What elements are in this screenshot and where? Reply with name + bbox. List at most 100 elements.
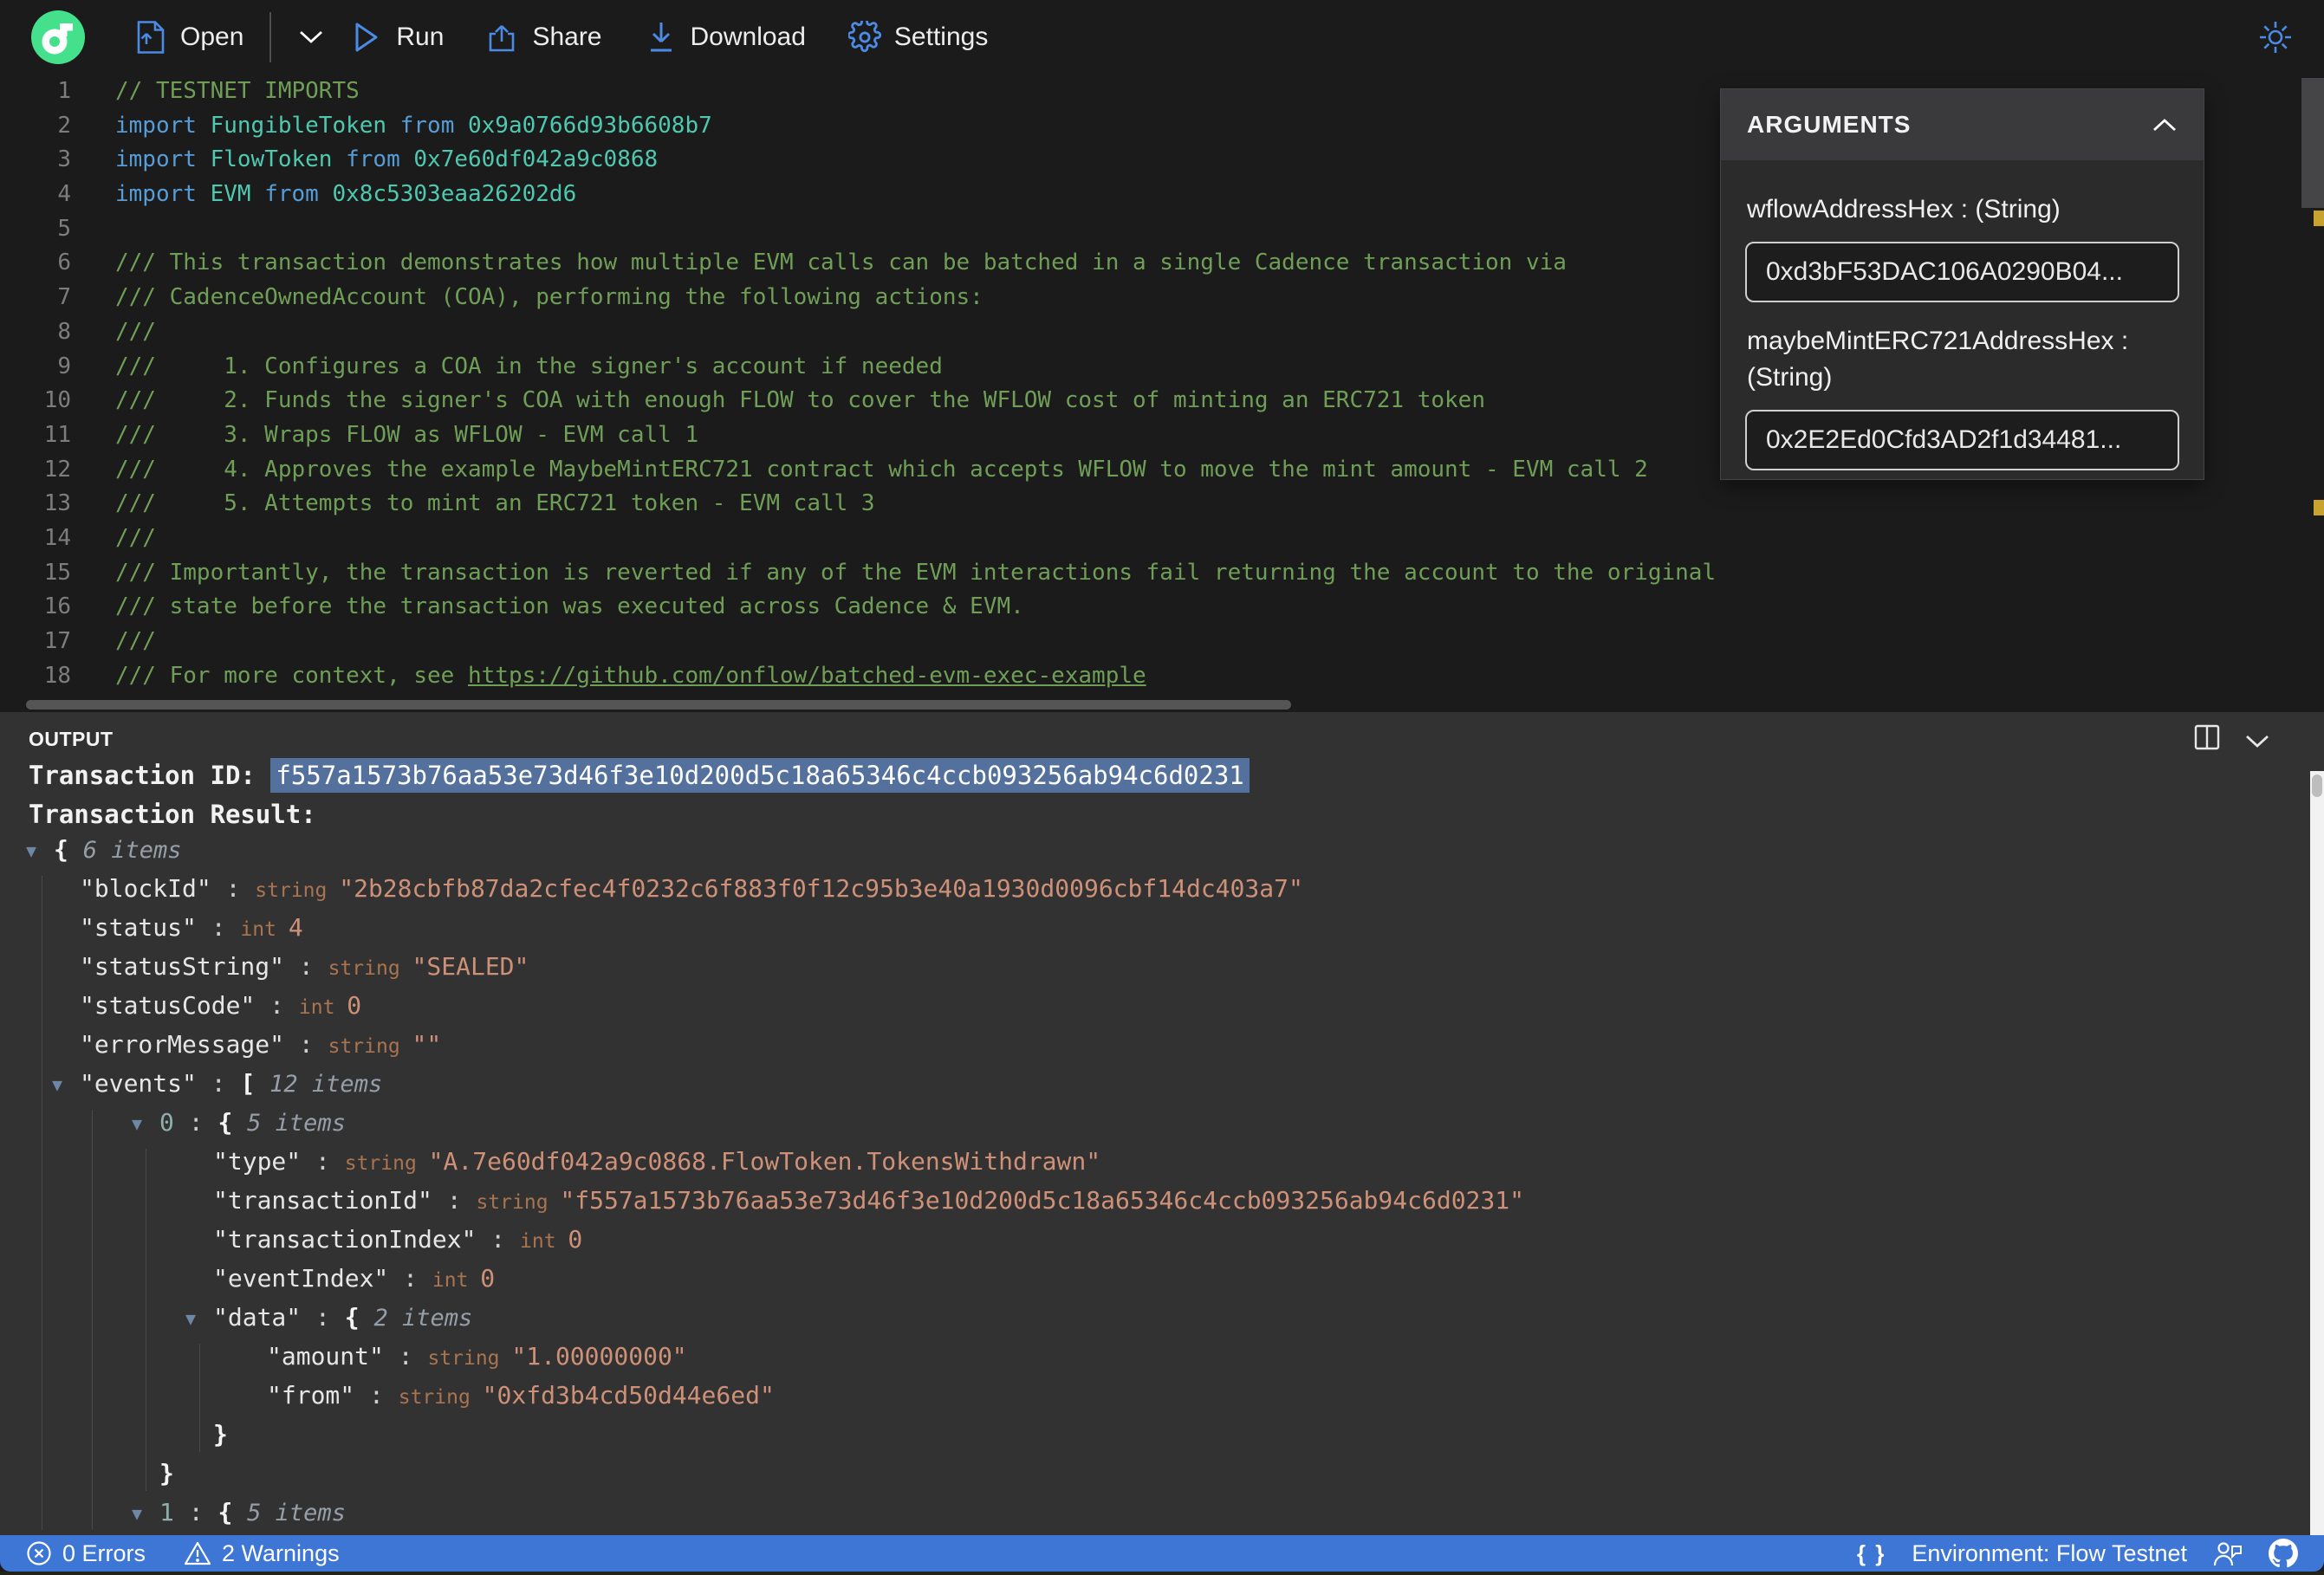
tree-row: "transactionIndex" : int 0 — [0, 1220, 2298, 1259]
tree-key: "transactionId" — [213, 1186, 432, 1215]
colon: : — [432, 1186, 477, 1215]
tree-value: "f557a1573b76aa53e73d46f3e10d200d5c18a65… — [560, 1186, 1524, 1215]
tree-collapse-arrow-icon[interactable]: ▼ — [52, 1066, 80, 1105]
line-number: 14 — [43, 524, 71, 551]
line-number: 4 — [57, 181, 71, 208]
tree-row: } — [0, 1415, 2298, 1454]
code-text: import EVM from 0x8c5303eaa26202d6 — [115, 181, 577, 208]
tree-key: "blockId" — [80, 874, 211, 903]
line-number: 17 — [43, 628, 71, 654]
tree-row: "transactionId" : string "f557a1573b76aa… — [0, 1181, 2298, 1220]
tree-row: "amount" : string "1.00000000" — [0, 1337, 2298, 1376]
download-button[interactable]: Download — [644, 20, 806, 55]
output-scrollbar[interactable] — [2310, 771, 2324, 1535]
warnings-count: 2 Warnings — [222, 1539, 340, 1566]
tree-value: "" — [412, 1030, 442, 1059]
opening-brace: { — [217, 1108, 248, 1137]
run-label: Run — [396, 23, 445, 51]
environment-label[interactable]: Environment: Flow Testnet — [1912, 1540, 2187, 1567]
tree-collapse-arrow-icon[interactable]: ▼ — [132, 1494, 159, 1533]
tree-row: ▼ 1 : { 5 items — [0, 1493, 2298, 1532]
code-text: /// Importantly, the transaction is reve… — [115, 559, 1717, 586]
split-view-icon[interactable] — [2194, 724, 2220, 750]
github-icon[interactable] — [2269, 1539, 2298, 1568]
settings-button[interactable]: Settings — [847, 20, 988, 55]
arguments-title: ARGUMENTS — [1747, 111, 1912, 138]
warning-marker-icon — [2314, 500, 2324, 515]
code-text: /// 4. Approves the example MaybeMintERC… — [115, 456, 1648, 483]
value-type: string — [427, 1347, 512, 1370]
colon: : — [301, 1147, 345, 1176]
opening-brace: { — [344, 1303, 374, 1332]
arguments-panel-header[interactable]: ARGUMENTS — [1721, 89, 2204, 160]
tree-value: "1.00000000" — [511, 1342, 687, 1371]
run-icon — [349, 20, 384, 55]
item-count: 2 items — [373, 1305, 473, 1332]
feedback-person-icon[interactable] — [2213, 1539, 2243, 1567]
editor-vertical-scrollbar[interactable] — [2301, 75, 2324, 712]
flow-runner-window: Open Run Share Download Settings 1 // TE… — [0, 0, 2324, 1575]
tree-collapse-arrow-icon[interactable]: ▼ — [26, 832, 54, 871]
line-number: 3 — [57, 146, 71, 173]
status-bar: 0 Errors 2 Warnings { } Environment: Flo… — [0, 1535, 2324, 1572]
argument-input-1[interactable] — [1745, 410, 2179, 470]
tree-value: 4 — [288, 913, 303, 942]
value-type: int — [240, 918, 289, 941]
item-count: 5 items — [247, 1500, 346, 1526]
tree-value: "2b28cbfb87da2cfec4f0232c6f883f0f12c95b3… — [339, 874, 1303, 903]
line-number: 9 — [57, 353, 71, 379]
line-number: 7 — [57, 284, 71, 311]
opening-brace: { — [54, 835, 83, 864]
code-text: /// 3. Wraps FLOW as WFLOW - EVM call 1 — [115, 421, 699, 448]
code-line: 17 /// — [0, 625, 2324, 659]
argument-input-0[interactable] — [1745, 242, 2179, 302]
colon: : — [383, 1342, 428, 1371]
errors-count: 0 Errors — [62, 1539, 146, 1566]
tree-value: "SEALED" — [412, 952, 529, 981]
colon: : — [196, 913, 241, 942]
theme-toggle-sun-icon[interactable] — [2258, 20, 2293, 55]
code-link[interactable]: https://github.com/onflow/batched-evm-ex… — [468, 663, 1146, 689]
tree-row: "errorMessage" : string "" — [0, 1025, 2298, 1064]
colon: : — [255, 991, 299, 1020]
editor-horizontal-scrollbar[interactable] — [26, 700, 1291, 710]
errors-status[interactable]: 0 Errors — [26, 1540, 146, 1567]
output-panel: OUTPUT Transaction ID: f557a1573b76aa53e… — [0, 712, 2324, 1535]
collapse-chevron-up-icon[interactable] — [2152, 117, 2178, 133]
tree-value: 0 — [480, 1264, 496, 1293]
opening-brace: { — [217, 1498, 248, 1526]
code-text: /// For more context, see https://github… — [115, 662, 1146, 689]
tree-row: "statusCode" : int 0 — [0, 986, 2298, 1025]
output-collapse-chevron-down-icon[interactable] — [2244, 729, 2270, 755]
open-button[interactable]: Open — [133, 20, 243, 55]
error-circle-icon — [27, 1541, 51, 1565]
line-number: 1 — [57, 78, 71, 104]
open-dropdown-chevron-icon[interactable] — [294, 20, 328, 55]
tree-key: "events" — [80, 1069, 197, 1098]
share-button[interactable]: Share — [485, 20, 602, 55]
download-label: Download — [690, 23, 806, 51]
output-scrollbar-thumb[interactable] — [2312, 775, 2322, 797]
tree-key: "statusCode" — [80, 991, 256, 1020]
value-type: string — [344, 1152, 429, 1175]
line-number: 5 — [57, 215, 71, 242]
settings-label: Settings — [893, 23, 989, 51]
editor-scrollbar-thumb[interactable] — [2301, 78, 2324, 208]
value-type: string — [255, 879, 340, 902]
item-count: 5 items — [247, 1110, 346, 1137]
value-type: int — [432, 1269, 481, 1292]
arguments-panel: ARGUMENTS wflowAddressHex : (String) mayb… — [1721, 89, 2204, 479]
colon: : — [173, 1498, 218, 1526]
colon: : — [354, 1381, 399, 1410]
code-line: 13 /// 5. Attempts to mint an ERC721 toke… — [0, 487, 2324, 522]
argument-label-0: wflowAddressHex : (String) — [1747, 195, 2061, 224]
warnings-status[interactable]: 2 Warnings — [184, 1540, 340, 1567]
tree-value: "0xfd3b4cd50d44e6ed" — [482, 1381, 775, 1410]
tree-value: "A.7e60df042a9c0868.FlowToken.TokensWith… — [428, 1147, 1101, 1176]
flow-logo-icon[interactable] — [31, 10, 85, 64]
transaction-id-value[interactable]: f557a1573b76aa53e73d46f3e10d200d5c18a653… — [270, 758, 1250, 793]
tree-row: ▼ 0 : { 5 items — [0, 1103, 2298, 1142]
tree-collapse-arrow-icon[interactable]: ▼ — [132, 1105, 159, 1144]
tree-collapse-arrow-icon[interactable]: ▼ — [185, 1300, 213, 1338]
run-button[interactable]: Run — [349, 20, 444, 55]
